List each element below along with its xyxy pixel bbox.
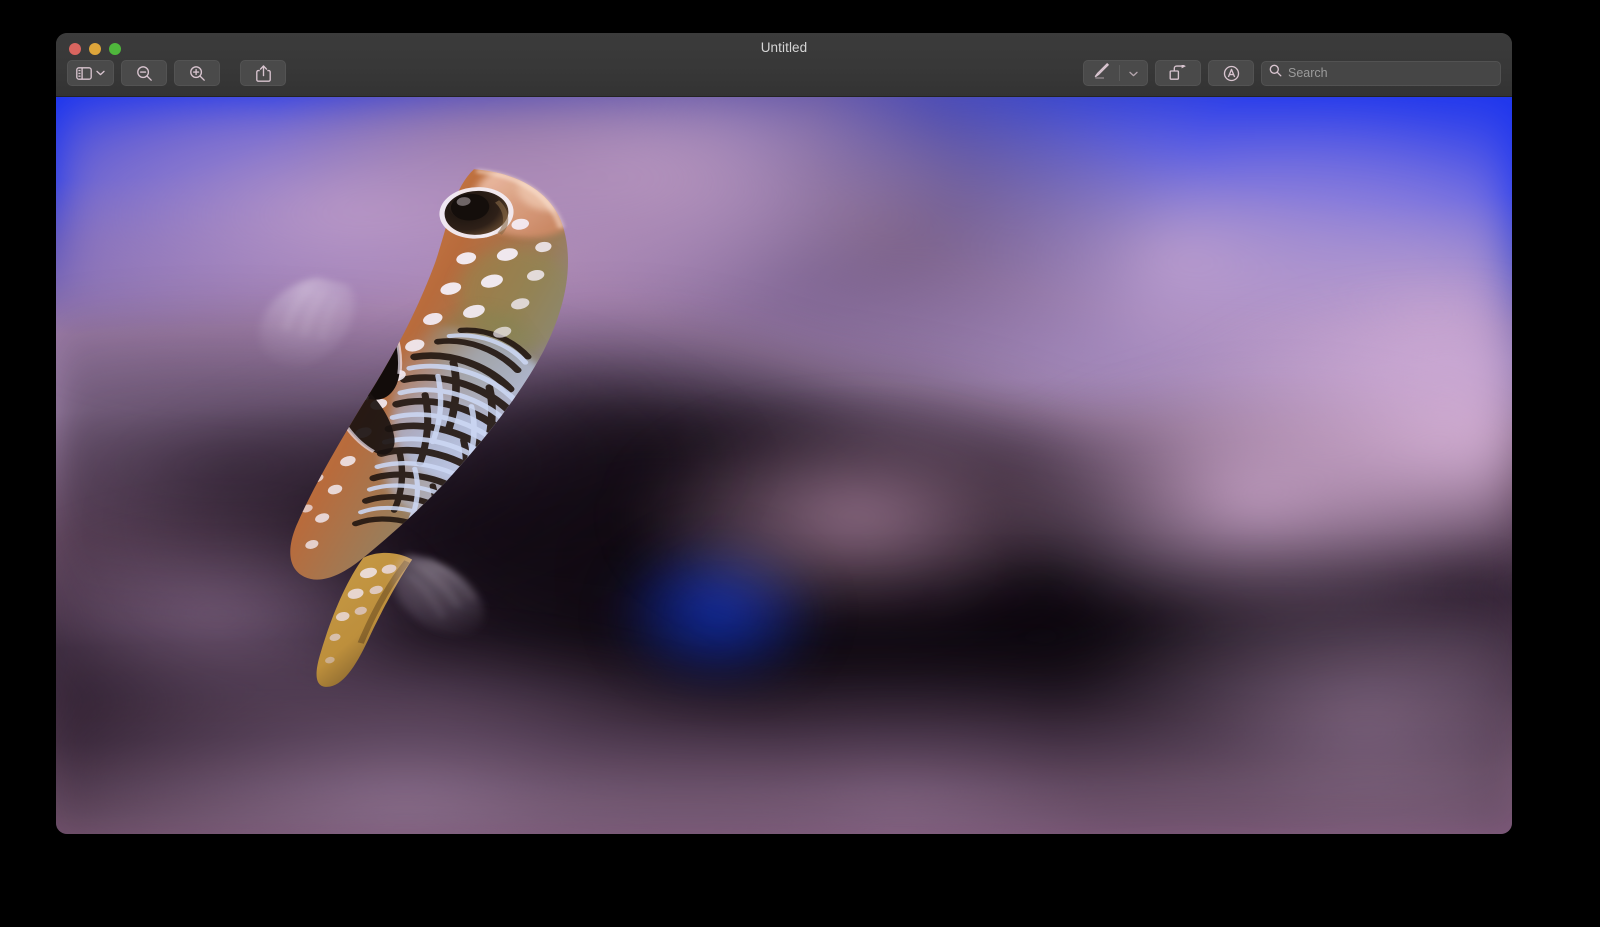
chevron-down-icon [96,70,105,76]
window-title: Untitled [56,40,1512,55]
share-button[interactable] [240,60,286,86]
pufferfish-subject [245,156,631,687]
preview-window: Untitled [56,33,1512,834]
fish-body [291,162,603,580]
sidebar-view-button[interactable] [67,60,114,86]
desktop-backdrop: Untitled [0,0,1600,927]
toolbar-right-group: Search [1083,60,1501,86]
zoom-in-icon [189,65,206,82]
annotate-button[interactable] [1208,60,1254,86]
rotate-left-icon [1169,65,1187,81]
window-titlebar[interactable]: Untitled [56,33,1512,97]
pufferfish-photo [56,97,1512,834]
search-input[interactable]: Search [1288,67,1328,80]
search-icon [1269,64,1282,82]
markup-tool-button[interactable] [1083,60,1148,86]
zoom-in-button[interactable] [174,60,220,86]
sidebar-icon [76,67,92,80]
chevron-down-icon [1129,64,1138,82]
pen-markup-icon [1093,62,1110,84]
toolbar-left-group [67,60,286,86]
zoom-out-icon [136,65,153,82]
pectoral-fin [260,277,355,367]
toolbar: Search [56,60,1512,94]
zoom-out-button[interactable] [121,60,167,86]
markup-pen-segment[interactable] [1084,61,1119,85]
photo-viewer[interactable] [56,97,1512,834]
markup-options-segment[interactable] [1120,61,1147,85]
share-icon [256,65,271,82]
anal-fin [393,554,484,636]
circle-a-icon [1223,65,1240,82]
rotate-button[interactable] [1155,60,1201,86]
search-field[interactable]: Search [1261,61,1501,86]
